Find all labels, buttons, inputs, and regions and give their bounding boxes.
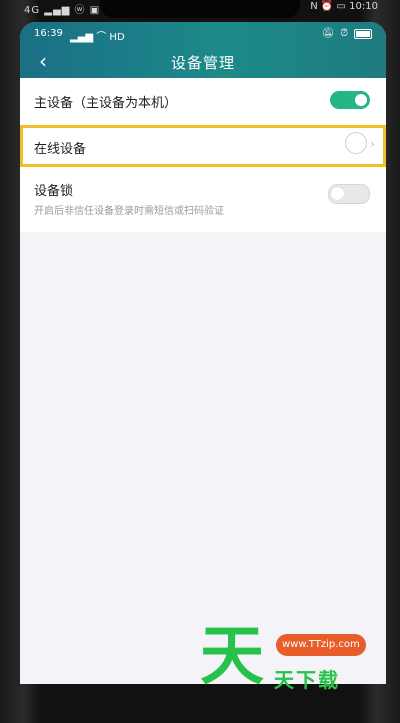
battery-icon (354, 28, 372, 39)
page-title: 设备管理 (170, 54, 235, 72)
status-time: 16:39 (34, 28, 63, 39)
network-icons: ▂▄▆ ⌒ HD (70, 32, 125, 43)
status-right-icons: 🔕︎ ⏰︎ (321, 28, 372, 39)
watermark-text: 天下载 (274, 668, 340, 692)
settings-card: 主设备（主设备为本机） 在线设备 › 设备锁 开启后非信任设备登录时需短信或扫码… (20, 78, 386, 232)
nav-bar: ‹ 设备管理 (20, 48, 386, 76)
app-screen: 16:39 ▂▄▆ ⌒ HD 🔕︎ ⏰︎ ‹ 设备管理 主设备（主设备为本机） … (20, 22, 386, 684)
device-lock-description: 开启后非信任设备登录时需短信或扫码验证 (34, 206, 224, 217)
device-lock-row: 设备锁 开启后非信任设备登录时需短信或扫码验证 (20, 172, 386, 230)
phone-notch (100, 0, 300, 18)
main-device-toggle[interactable] (330, 91, 370, 109)
watermark-url: www.TTzip.com (276, 634, 366, 656)
site-watermark: 天 www.TTzip.com 天下载 (200, 622, 390, 702)
alarm-icon: ⏰︎ (340, 28, 348, 39)
outer-status-right: N ⏰ ▭ 10:10 (310, 1, 378, 12)
device-lock-toggle[interactable] (328, 184, 370, 204)
phone-frame: 4G ▂▄▆ ⓦ ▣ N ⏰ ▭ 10:10 16:39 ▂▄▆ ⌒ HD 🔕︎… (0, 0, 400, 723)
chevron-right-icon: › (370, 137, 375, 151)
main-device-row: 主设备（主设备为本机） (20, 78, 386, 122)
silent-icon: 🔕︎ (321, 28, 335, 39)
watermark-logo-char: 天 (200, 620, 264, 694)
device-lock-label: 设备锁 (34, 184, 74, 199)
app-header: 16:39 ▂▄▆ ⌒ HD 🔕︎ ⏰︎ ‹ 设备管理 (20, 22, 386, 78)
main-device-label: 主设备（主设备为本机） (34, 96, 178, 111)
touch-indicator-icon (345, 132, 367, 154)
status-bar: 16:39 ▂▄▆ ⌒ HD 🔕︎ ⏰︎ (20, 28, 386, 44)
online-devices-row[interactable]: 在线设备 › (20, 125, 386, 167)
outer-status-left: 4G ▂▄▆ ⓦ ▣ (24, 5, 101, 16)
online-devices-label: 在线设备 (34, 142, 87, 157)
